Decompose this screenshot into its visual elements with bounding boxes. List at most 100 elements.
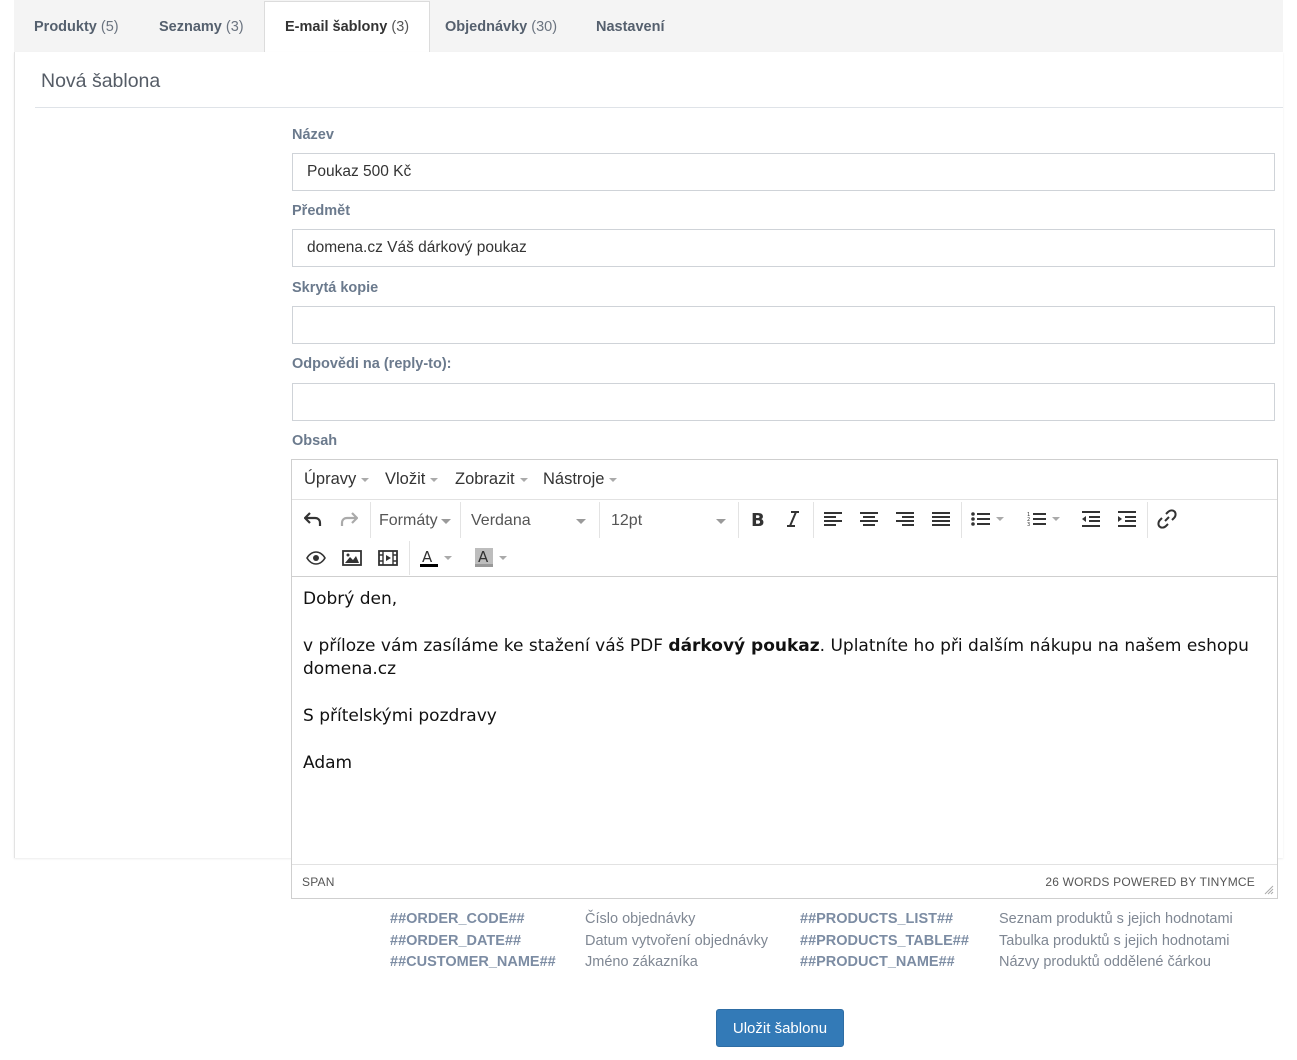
word-count: 26 WORDS POWERED BY TINYMCE bbox=[1045, 875, 1255, 889]
svg-text:B: B bbox=[751, 510, 765, 528]
toolbar-separator bbox=[813, 502, 814, 538]
toolbar-separator bbox=[1147, 502, 1148, 538]
menu-upravy[interactable]: Úpravy bbox=[304, 460, 370, 498]
toolbar-separator bbox=[961, 502, 962, 538]
menu-label: Zobrazit bbox=[455, 470, 515, 488]
undo-icon[interactable] bbox=[298, 504, 328, 534]
tab-objednavky[interactable]: Objednávky (30) bbox=[425, 0, 577, 52]
font-size-value: 12pt bbox=[611, 512, 643, 529]
chevron-down-icon bbox=[716, 519, 726, 524]
bold-icon[interactable]: B bbox=[742, 504, 772, 534]
svg-text:A: A bbox=[478, 548, 489, 566]
toolbar-separator bbox=[370, 502, 371, 538]
tab-count: (30) bbox=[531, 19, 558, 35]
tab-label: Produkty bbox=[34, 19, 97, 35]
media-icon[interactable] bbox=[373, 543, 403, 573]
resize-handle-icon[interactable] bbox=[1264, 885, 1274, 895]
tab-label: Nastavení bbox=[596, 19, 665, 35]
content-bold-text: dárkový poukaz bbox=[668, 636, 820, 656]
tab-label: Seznamy bbox=[159, 19, 222, 35]
name-label: Název bbox=[292, 127, 334, 143]
menu-zobrazit[interactable]: Zobrazit bbox=[455, 460, 528, 498]
tab-count: (5) bbox=[100, 19, 119, 35]
bcc-field[interactable] bbox=[292, 306, 1275, 344]
content-greeting: Dobrý den, bbox=[303, 589, 398, 609]
background-color-options[interactable] bbox=[495, 543, 511, 573]
menu-label: Úpravy bbox=[304, 470, 357, 488]
font-family-value: Verdana bbox=[471, 512, 531, 529]
tab-nastaveni[interactable]: Nastavení bbox=[576, 0, 685, 52]
align-center-icon[interactable] bbox=[854, 504, 884, 534]
placeholder-code: ##ORDER_CODE## bbox=[390, 911, 525, 927]
reply-to-field[interactable] bbox=[292, 383, 1275, 421]
chevron-down-icon bbox=[430, 477, 439, 482]
chevron-down-icon bbox=[996, 517, 1004, 521]
chevron-down-icon bbox=[361, 477, 370, 482]
placeholder-description: Datum vytvoření objednávky bbox=[585, 933, 768, 949]
subject-label: Předmět bbox=[292, 203, 351, 219]
menu-nastroje[interactable]: Nástroje bbox=[543, 460, 618, 498]
placeholder-code: ##PRODUCTS_TABLE## bbox=[800, 933, 969, 949]
tab-email-sablony[interactable]: E-mail šablony (3) bbox=[264, 1, 431, 55]
bullet-list-options[interactable] bbox=[992, 504, 1008, 534]
tab-label: Objednávky bbox=[445, 19, 528, 35]
content-signature: Adam bbox=[303, 753, 353, 773]
link-icon[interactable] bbox=[1152, 504, 1182, 534]
editor-menubar: Úpravy Vložit Zobrazit Nástroje bbox=[292, 460, 1277, 500]
save-template-button[interactable]: Uložit šablonu bbox=[716, 1009, 844, 1047]
subject-field[interactable] bbox=[292, 229, 1275, 267]
chevron-down-icon bbox=[444, 556, 452, 560]
font-size-dropdown[interactable]: 12pt bbox=[611, 508, 726, 534]
italic-icon[interactable] bbox=[778, 504, 808, 534]
tab-bar: Produkty (5) Seznamy (3) E-mail šablony … bbox=[14, 0, 1283, 55]
redo-icon[interactable] bbox=[334, 504, 364, 534]
editor-statusbar: SPAN 26 WORDS POWERED BY TINYMCE bbox=[292, 864, 1277, 898]
editor-content[interactable]: Dobrý den, v příloze vám zasíláme ke sta… bbox=[292, 578, 1277, 864]
page-title: Nová šablona bbox=[41, 70, 161, 92]
placeholder-code: ##PRODUCT_NAME## bbox=[800, 954, 955, 970]
placeholder-description: Číslo objednávky bbox=[585, 911, 696, 927]
toolbar-separator bbox=[599, 502, 600, 538]
svg-text:A: A bbox=[422, 548, 433, 566]
content-paragraph: v příloze vám zasíláme ke stažení váš PD… bbox=[303, 635, 1266, 681]
rich-text-editor: Úpravy Vložit Zobrazit Nástroje Formáty … bbox=[291, 459, 1278, 899]
tab-count: (3) bbox=[391, 19, 410, 35]
menu-label: Nástroje bbox=[543, 470, 605, 488]
placeholder-code: ##CUSTOMER_NAME## bbox=[390, 954, 556, 970]
preview-icon[interactable] bbox=[301, 543, 331, 573]
formats-dropdown[interactable]: Formáty bbox=[379, 508, 451, 534]
name-field[interactable] bbox=[292, 153, 1275, 191]
placeholder-description: Jméno zákazníka bbox=[585, 954, 698, 970]
placeholder-description: Seznam produktů s jejich hodnotami bbox=[999, 911, 1233, 927]
toolbar-separator bbox=[738, 502, 739, 538]
chevron-down-icon bbox=[441, 519, 451, 524]
editor-toolbar: Formáty Verdana 12pt B 1 2 3 A A bbox=[292, 500, 1277, 577]
content-closing: S přítelskými pozdravy bbox=[303, 706, 497, 726]
svg-text:3: 3 bbox=[1027, 522, 1030, 527]
outdent-icon[interactable] bbox=[1076, 504, 1106, 534]
element-path[interactable]: SPAN bbox=[302, 875, 335, 889]
content-text: v příloze vám zasíláme ke stažení váš PD… bbox=[303, 636, 669, 656]
toolbar-separator bbox=[460, 502, 461, 538]
tab-produkty[interactable]: Produkty (5) bbox=[14, 0, 139, 52]
menu-vlozit[interactable]: Vložit bbox=[385, 460, 439, 498]
toolbar-separator bbox=[409, 541, 410, 575]
placeholder-description: Tabulka produktů s jejich hodnotami bbox=[999, 933, 1230, 949]
font-family-dropdown[interactable]: Verdana bbox=[471, 508, 586, 534]
indent-icon[interactable] bbox=[1112, 504, 1142, 534]
align-left-icon[interactable] bbox=[818, 504, 848, 534]
bcc-label: Skrytá kopie bbox=[292, 280, 379, 296]
chevron-down-icon bbox=[576, 519, 586, 524]
text-color-options[interactable] bbox=[440, 543, 456, 573]
tab-count: (3) bbox=[225, 19, 244, 35]
image-icon[interactable] bbox=[337, 543, 367, 573]
tab-seznamy[interactable]: Seznamy (3) bbox=[139, 0, 264, 52]
align-right-icon[interactable] bbox=[890, 504, 920, 534]
align-justify-icon[interactable] bbox=[926, 504, 956, 534]
chevron-down-icon bbox=[499, 556, 507, 560]
numbered-list-options[interactable] bbox=[1048, 504, 1064, 534]
tab-label: E-mail šablony bbox=[285, 19, 388, 35]
placeholder-code: ##PRODUCTS_LIST## bbox=[800, 911, 954, 927]
placeholder-description: Názvy produktů oddělené čárkou bbox=[999, 954, 1211, 970]
formats-label: Formáty bbox=[379, 512, 438, 529]
